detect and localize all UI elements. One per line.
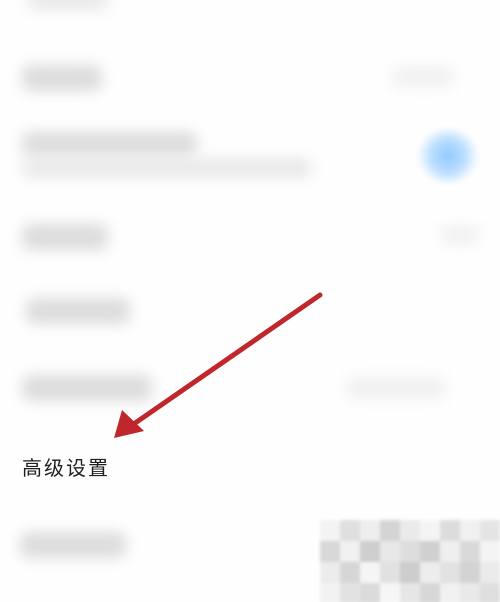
settings-row-3-value: [440, 226, 480, 244]
settings-row-2-subtitle: [22, 158, 312, 178]
settings-row-top[interactable]: [0, 0, 500, 30]
settings-row-5[interactable]: [0, 365, 500, 415]
settings-row-3-label: [22, 224, 108, 250]
toggle-switch-icon[interactable]: [418, 130, 478, 182]
advanced-settings-label[interactable]: 高级设置: [22, 454, 110, 482]
pixelated-watermark: [320, 520, 500, 602]
settings-row-7-label: [20, 532, 126, 558]
settings-row-top-label: [28, 0, 108, 10]
settings-row-5-value: [346, 377, 446, 399]
settings-row-3[interactable]: [0, 212, 500, 262]
settings-row-1-value: [392, 67, 454, 87]
settings-row-4[interactable]: [0, 290, 500, 335]
settings-row-2-title: [22, 132, 197, 156]
settings-row-1[interactable]: [0, 55, 500, 100]
settings-screen: 高级设置: [0, 0, 500, 602]
settings-row-5-label: [22, 375, 152, 401]
settings-row-4-label: [26, 298, 130, 324]
settings-row-1-label: [22, 65, 102, 91]
